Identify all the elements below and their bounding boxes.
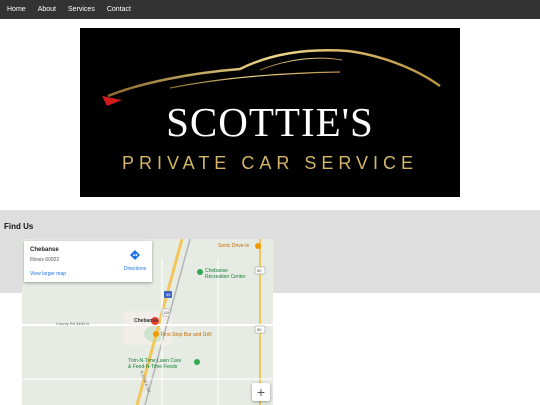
find-us-heading: Find Us: [4, 222, 34, 231]
logo-subtitle: PRIVATE CAR SERVICE: [121, 153, 419, 173]
directions-icon: [130, 250, 140, 260]
map-label-road: County Rd 3400 N: [56, 321, 89, 326]
map-shield-top: 50: [257, 268, 262, 273]
nav-contact-link[interactable]: Contact: [101, 0, 137, 19]
view-larger-map-link[interactable]: View larger map: [30, 271, 66, 277]
nav-home-link[interactable]: Home: [1, 0, 32, 19]
map-shield-small: 115: [163, 310, 170, 315]
map-shield-route: 45: [166, 292, 171, 297]
place-name: Chebanse: [30, 247, 59, 253]
map-label-recreation-2: Recreation Center: [205, 274, 246, 280]
nav-about-link[interactable]: About: [32, 0, 62, 19]
map-shield-mid: 50: [257, 327, 262, 332]
directions-label: Directions: [123, 266, 147, 272]
logo-title: SCOTTIE'S: [166, 99, 374, 145]
logo-banner: SCOTTIE'S PRIVATE CAR SERVICE: [80, 28, 460, 197]
directions-button[interactable]: Directions: [120, 247, 150, 272]
place-address: Illinois 60922: [30, 257, 60, 263]
map-place-card: Chebanse Illinois 60922 View larger map …: [24, 241, 152, 282]
map-label-first-stop: First Stop Bar and Grill: [161, 332, 212, 338]
map-label-sonic: Sonic Drive-In: [218, 243, 250, 249]
top-nav: Home About Services Contact: [0, 0, 540, 19]
car-silhouette-icon: [102, 49, 441, 106]
map-label-trim-2: & Feed-N-Time Feeds: [128, 364, 178, 370]
nav-services-link[interactable]: Services: [62, 0, 101, 19]
zoom-in-button[interactable]: +: [252, 383, 270, 401]
embedded-map[interactable]: Sonic Drive-In Chebanse Recreation Cente…: [22, 239, 273, 405]
map-label-town: Chebanse: [134, 318, 158, 324]
